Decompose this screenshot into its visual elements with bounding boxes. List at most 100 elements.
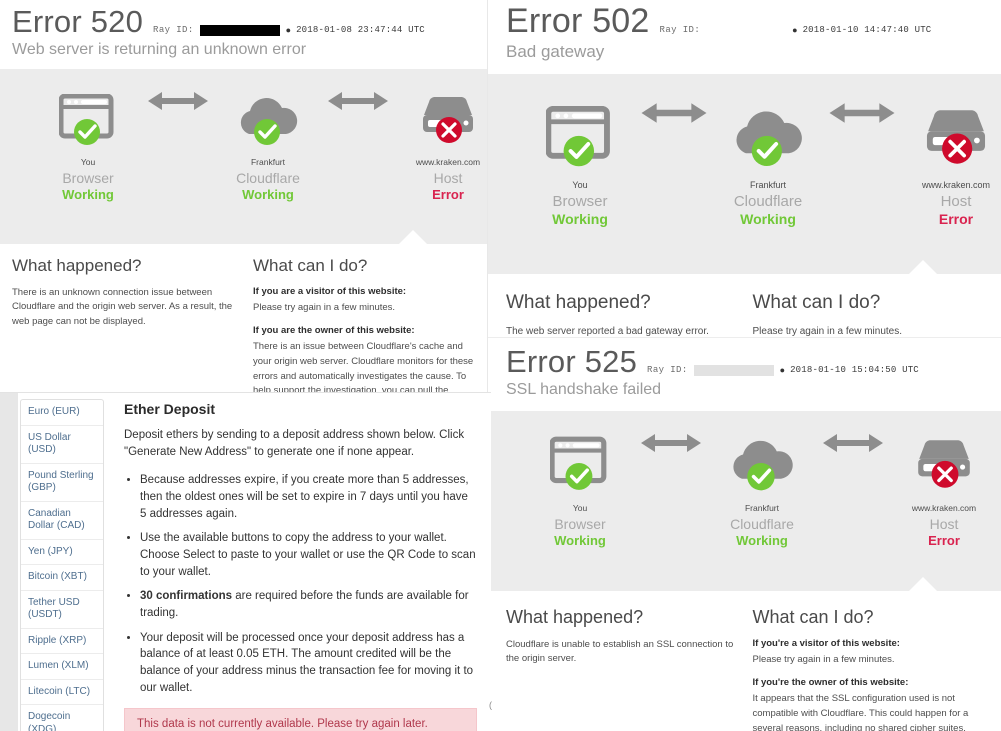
currency-list-item[interactable]: Dogecoin (XDG) bbox=[21, 705, 103, 731]
currency-list-item[interactable]: Litecoin (LTC) bbox=[21, 680, 103, 705]
visitor-body: Please try again in a few minutes. bbox=[253, 301, 396, 313]
status-node-role: Browser bbox=[554, 515, 606, 532]
error-subtitle: Web server is returning an unknown error bbox=[12, 40, 307, 58]
deposit-instruction-item: Your deposit will be processed once your… bbox=[140, 630, 477, 697]
what-happened-column: What happened? There is an unknown conne… bbox=[12, 256, 237, 400]
error-code: Error 520 bbox=[12, 4, 144, 39]
error-code: Error 525 bbox=[506, 344, 638, 379]
status-columns: You Browser Working Frankfurt Cloudflare… bbox=[488, 411, 1001, 574]
deposit-instruction-item: Because addresses expire, if you create … bbox=[140, 472, 477, 522]
status-pointer-triangle bbox=[398, 229, 428, 245]
what-happened-title: What happened? bbox=[506, 606, 644, 627]
error-subtitle: SSL handshake failed bbox=[506, 380, 662, 398]
error-code: Error 502 bbox=[506, 2, 650, 40]
currency-list-item[interactable]: Lumen (XLM) bbox=[21, 654, 103, 680]
currency-sidebar: Euro (EUR) US Dollar (USD) Pound Sterling … bbox=[18, 393, 104, 731]
status-node-host: www.kraken.com Host Error bbox=[884, 431, 1001, 548]
currency-list-item[interactable]: Yen (JPY) bbox=[21, 540, 103, 565]
what-can-i-do-column: What can I do? Please try again in a few… bbox=[753, 292, 984, 340]
ray-id-meta: Ray ID: ● 2018-01-10 14:47:40 UTC bbox=[659, 24, 932, 36]
what-happened-column: What happened? Cloudflare is unable to e… bbox=[506, 607, 737, 731]
cloud-icon bbox=[208, 89, 328, 151]
ray-id-meta: Ray ID: ● 2018-01-10 15:04:50 UTC bbox=[647, 364, 919, 376]
double-arrow-icon bbox=[823, 433, 883, 452]
status-node-cloudflare: Frankfurt Cloudflare Working bbox=[702, 431, 822, 548]
status-columns: You Browser Working Frankfurt Cloudflare… bbox=[0, 69, 490, 228]
ray-id-redacted-value bbox=[693, 364, 774, 376]
error-title-row: Error 520 Ray ID: ● 2018-01-08 23:47:44 … bbox=[12, 4, 478, 39]
currency-list-item[interactable]: Euro (EUR) bbox=[21, 400, 103, 426]
status-node-role: Host bbox=[433, 169, 463, 186]
status-arrow-1 bbox=[640, 100, 708, 126]
error-header-520: Error 520 Ray ID: ● 2018-01-08 23:47:44 … bbox=[0, 0, 490, 69]
status-pointer-triangle bbox=[908, 259, 938, 275]
separator-dot-icon: ● bbox=[792, 25, 798, 35]
status-node-state: Working bbox=[740, 210, 796, 227]
server-icon bbox=[388, 89, 490, 151]
browser-window-icon bbox=[520, 431, 640, 497]
status-node-name: www.kraken.com bbox=[921, 179, 991, 190]
ray-id-redacted-value bbox=[199, 24, 280, 36]
owner-body: There is an issue between Cloudflare's c… bbox=[253, 340, 478, 400]
status-node-role: Browser bbox=[62, 169, 114, 186]
status-node-state: Working bbox=[552, 210, 608, 227]
separator-dot-icon: ● bbox=[779, 365, 786, 375]
status-node-state: Working bbox=[242, 186, 294, 202]
status-node-name: Frankfurt bbox=[250, 156, 285, 167]
server-icon bbox=[884, 431, 1001, 497]
deposit-instruction-item: 30 confirmations are required before the… bbox=[140, 588, 477, 621]
error-timestamp: 2018-01-08 23:47:44 UTC bbox=[296, 25, 425, 35]
cloud-icon bbox=[702, 431, 822, 497]
double-arrow-icon bbox=[641, 433, 701, 452]
error-header-525: Error 525 Ray ID: ● 2018-01-10 15:04:50 … bbox=[488, 338, 1001, 411]
status-arrow-2 bbox=[328, 89, 388, 113]
what-happened-body: There is an unknown connection issue bet… bbox=[12, 286, 233, 327]
error-header-502: Error 502 Ray ID: ● 2018-01-10 14:47:40 … bbox=[488, 0, 1001, 74]
status-node-role: Cloudflare bbox=[236, 169, 300, 186]
page-scroll-artifact: ( bbox=[489, 700, 492, 710]
status-node-role: Cloudflare bbox=[730, 515, 794, 532]
cloudflare-error-panel-520: Error 520 Ray ID: ● 2018-01-08 23:47:44 … bbox=[0, 0, 490, 400]
currency-list-item[interactable]: Tether USD (USDT) bbox=[21, 591, 103, 629]
status-pointer-triangle bbox=[908, 576, 938, 592]
currency-list-item[interactable]: Canadian Dollar (CAD) bbox=[21, 502, 103, 540]
status-node-name: www.kraken.com bbox=[415, 156, 481, 167]
deposit-content: Ether Deposit Deposit ethers by sending … bbox=[104, 393, 491, 731]
status-node-state: Working bbox=[736, 532, 788, 548]
browser-window-icon bbox=[520, 100, 640, 174]
browser-window-icon bbox=[28, 89, 148, 151]
owner-body-text: There is an issue between Cloudflare's c… bbox=[253, 341, 474, 397]
currency-list-item[interactable]: Bitcoin (XBT) bbox=[21, 565, 103, 591]
status-node-browser: You Browser Working bbox=[520, 100, 640, 227]
cloudflare-error-panel-525: Error 525 Ray ID: ● 2018-01-10 15:04:50 … bbox=[488, 338, 1001, 731]
deposit-intro: Deposit ethers by sending to a deposit a… bbox=[124, 429, 465, 458]
status-node-name: Frankfurt bbox=[749, 179, 786, 190]
separator-dot-icon: ● bbox=[285, 25, 292, 35]
currency-list-item[interactable]: Pound Sterling (GBP) bbox=[21, 464, 103, 502]
status-arrow-1 bbox=[640, 431, 702, 455]
currency-list-item[interactable]: Ripple (XRP) bbox=[21, 629, 103, 654]
connection-status-strip-525: You Browser Working Frankfurt Cloudflare… bbox=[488, 410, 1001, 592]
deposit-instructions-list: Because addresses expire, if you create … bbox=[140, 472, 477, 696]
status-node-cloudflare: Frankfurt Cloudflare Working bbox=[208, 89, 328, 202]
ray-id-label: Ray ID: bbox=[153, 25, 194, 35]
owner-heading: If you are the owner of this website: bbox=[253, 325, 415, 337]
status-node-role: Host bbox=[929, 515, 959, 532]
cloud-icon bbox=[708, 100, 828, 174]
what-happened-title: What happened? bbox=[506, 291, 651, 313]
error-explanation-520: What happened? There is an unknown conne… bbox=[0, 243, 490, 400]
status-node-name: You bbox=[572, 502, 588, 513]
what-can-i-do-title: What can I do? bbox=[752, 291, 881, 313]
error-timestamp: 2018-01-10 15:04:50 UTC bbox=[790, 365, 919, 375]
currency-list-item[interactable]: US Dollar (USD) bbox=[21, 426, 103, 464]
status-node-state: Error bbox=[928, 532, 960, 548]
status-node-state: Working bbox=[554, 532, 606, 548]
visitor-body: Please try again in a few minutes. bbox=[752, 653, 895, 665]
what-happened-body: The web server reported a bad gateway er… bbox=[506, 325, 709, 337]
owner-heading: If you're the owner of this website: bbox=[752, 677, 909, 689]
connection-status-strip-502: You Browser Working Frankfurt Cloudflare… bbox=[488, 73, 1001, 275]
ray-id-meta: Ray ID: ● 2018-01-08 23:47:44 UTC bbox=[153, 24, 425, 36]
double-arrow-icon bbox=[328, 91, 388, 110]
ray-id-label: Ray ID: bbox=[659, 25, 701, 35]
status-node-name: www.kraken.com bbox=[911, 502, 977, 513]
